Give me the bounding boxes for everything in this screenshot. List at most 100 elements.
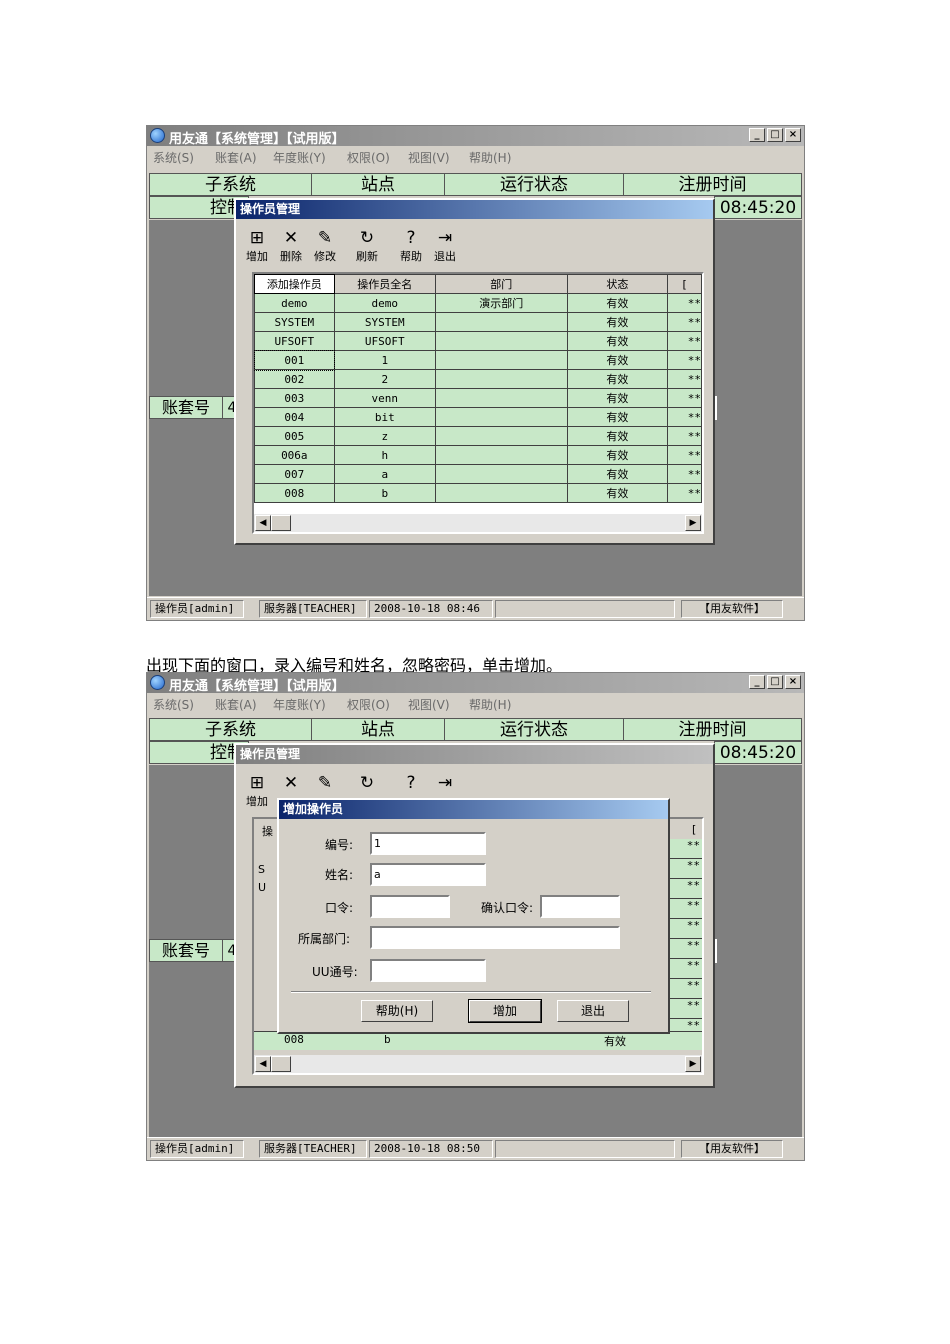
menu-permission[interactable]: 权限(O) xyxy=(347,696,390,713)
table-row[interactable]: 001 1 有效 ** xyxy=(254,349,702,371)
grid-row-fragment: U xyxy=(258,881,267,894)
minimize-button[interactable]: _ xyxy=(749,128,765,142)
password-field[interactable] xyxy=(370,895,450,918)
table-cell: 有效 xyxy=(566,445,669,465)
app-logo-icon xyxy=(150,128,165,143)
table-row[interactable]: 006a h 有效 ** xyxy=(254,445,702,465)
add-button[interactable]: 增加 xyxy=(468,999,542,1023)
horizontal-scrollbar[interactable]: ◀ ▶ xyxy=(254,1055,702,1073)
menu-view[interactable]: 视图(V) xyxy=(408,149,450,166)
table-row[interactable]: demo demo 演示部门 有效 ** xyxy=(254,293,702,313)
table-cell: 演示部门 xyxy=(434,293,568,313)
menu-system[interactable]: 系统(S) xyxy=(153,149,194,166)
table-cell xyxy=(434,483,568,503)
table-cell: 有效 xyxy=(566,483,669,503)
maximize-button[interactable]: □ xyxy=(767,128,783,142)
status-empty xyxy=(495,600,675,618)
exit-button[interactable]: ⇥ 退出 xyxy=(428,228,462,266)
table-row[interactable]: 004 bit 有效 ** xyxy=(254,407,702,427)
table-cell: b xyxy=(333,483,436,503)
add-operator-dialog: 增加操作员 编号: 1 姓名: a 口令: 确认口令: 所属部门: UU通号: … xyxy=(277,798,670,1034)
table-row[interactable]: 002 2 有效 ** xyxy=(254,369,702,389)
status-server: 服务器[TEACHER] xyxy=(259,600,367,618)
id-field[interactable]: 1 xyxy=(370,832,486,855)
menu-account[interactable]: 账套(A) xyxy=(215,149,257,166)
add-icon: ⊞ xyxy=(249,228,265,248)
help-button[interactable]: 帮助(H) xyxy=(361,1000,433,1022)
menu-system[interactable]: 系统(S) xyxy=(153,696,194,713)
column-header[interactable]: [ xyxy=(667,274,702,294)
close-button[interactable]: × xyxy=(785,128,801,142)
table-cell: h xyxy=(333,445,436,465)
col-run-state: 运行状态 xyxy=(444,718,624,741)
name-field[interactable]: a xyxy=(370,863,486,886)
table-row[interactable]: 008 b 有效 ** xyxy=(254,483,702,503)
table-cell: 有效 xyxy=(566,388,669,408)
table-cell: 005 xyxy=(254,426,335,446)
table-cell: 001 xyxy=(254,349,336,371)
table-cell: ** xyxy=(667,312,702,332)
horizontal-scrollbar[interactable]: ◀ ▶ xyxy=(254,514,702,532)
table-cell xyxy=(434,350,568,370)
edit-button[interactable]: ✎ 修改 xyxy=(308,228,342,266)
status-star-column: ** ** ** ** ** ** ** ** ** ** xyxy=(670,839,702,1039)
help-button[interactable]: ? 帮助 xyxy=(394,228,428,266)
table-cell: 008 xyxy=(254,483,335,503)
scroll-left-icon[interactable]: ◀ xyxy=(255,515,271,531)
menu-permission[interactable]: 权限(O) xyxy=(347,149,390,166)
table-cell xyxy=(434,312,568,332)
scroll-right-icon[interactable]: ▶ xyxy=(685,515,701,531)
menu-account[interactable]: 账套(A) xyxy=(215,696,257,713)
table-cell: 有效 xyxy=(566,293,669,313)
menu-view[interactable]: 视图(V) xyxy=(408,696,450,713)
scroll-left-icon[interactable]: ◀ xyxy=(255,1056,271,1072)
minimize-button[interactable]: _ xyxy=(749,675,765,689)
close-button[interactable]: × xyxy=(785,675,801,689)
menu-bar: 系统(S) 账套(A) 年度账(Y) 权限(O) 视图(V) 帮助(H) xyxy=(147,147,804,165)
menu-help[interactable]: 帮助(H) xyxy=(469,696,511,713)
scroll-thumb[interactable] xyxy=(271,515,291,531)
scroll-right-icon[interactable]: ▶ xyxy=(685,1056,701,1072)
name-label: 姓名: xyxy=(325,868,354,882)
scroll-thumb[interactable] xyxy=(271,1056,291,1072)
status-star-cell: ** xyxy=(670,839,702,859)
table-row[interactable]: SYSTEM SYSTEM 有效 ** xyxy=(254,312,702,332)
refresh-button[interactable]: ↻ 刷新 xyxy=(350,228,384,266)
table-row[interactable]: 007 a 有效 ** xyxy=(254,464,702,484)
menu-help[interactable]: 帮助(H) xyxy=(469,149,511,166)
add-button[interactable]: ⊞ 增加 xyxy=(240,228,274,266)
table-cell: ** xyxy=(667,293,702,313)
status-brand: 【用友软件】 xyxy=(681,1140,783,1158)
dialog-title[interactable]: 操作员管理 xyxy=(236,745,713,764)
status-star-cell: ** xyxy=(670,939,702,959)
table-cell: ** xyxy=(667,464,702,484)
maximize-button[interactable]: □ xyxy=(767,675,783,689)
help-icon: ? xyxy=(406,228,416,248)
department-label: 所属部门: xyxy=(298,932,351,946)
table-cell: 有效 xyxy=(566,426,669,446)
table-row[interactable]: UFSOFT UFSOFT 有效 ** xyxy=(254,331,702,351)
table-cell: ** xyxy=(667,445,702,465)
confirm-password-field[interactable] xyxy=(540,895,620,918)
table-cell: 有效 xyxy=(566,369,669,389)
delete-button[interactable]: ✕ 删除 xyxy=(274,228,308,266)
table-row[interactable]: 005 z 有效 ** xyxy=(254,426,702,446)
title-bar[interactable]: 用友通【系统管理】【试用版】 _ □ × xyxy=(147,126,804,147)
column-header[interactable]: 添加操作员 xyxy=(254,274,335,294)
title-bar[interactable]: 用友通【系统管理】【试用版】 _ □ × xyxy=(147,673,804,694)
dialog-title[interactable]: 操作员管理 xyxy=(236,200,713,219)
add-button[interactable]: ⊞ 增加 xyxy=(240,773,274,811)
exit-button[interactable]: 退出 xyxy=(557,1000,629,1022)
table-cell: 有效 xyxy=(566,464,669,484)
menu-year[interactable]: 年度账(Y) xyxy=(273,696,326,713)
table-cell xyxy=(434,331,568,351)
department-field[interactable] xyxy=(370,926,620,949)
table-row[interactable]: 003 venn 有效 ** xyxy=(254,388,702,408)
uu-number-field[interactable] xyxy=(370,959,486,982)
dialog-title[interactable]: 增加操作员 xyxy=(279,800,668,819)
menu-year[interactable]: 年度账(Y) xyxy=(273,149,326,166)
operator-dialog-1: 操作员管理 ⊞ 增加 ✕ 删除 ✎ 修改 ↻ 刷新 ? 帮助 ⇥ 退出 添加操作员 操作员全… xyxy=(234,198,715,545)
column-header[interactable]: 部门 xyxy=(434,274,568,294)
column-header[interactable]: 状态 xyxy=(566,274,669,294)
column-header[interactable]: 操作员全名 xyxy=(333,274,436,294)
